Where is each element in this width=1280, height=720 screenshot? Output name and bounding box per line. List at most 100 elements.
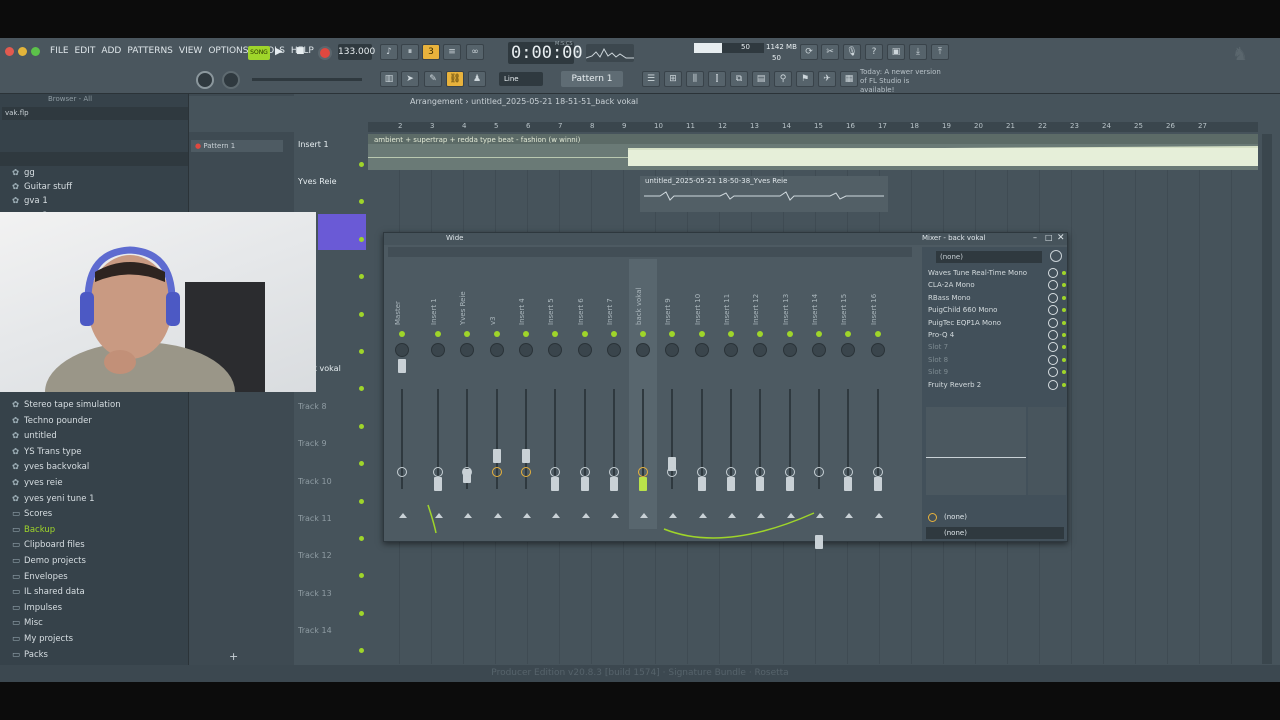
close-window-icon[interactable] [5, 47, 14, 56]
master-volume-slider[interactable] [252, 78, 362, 81]
timeline-ruler[interactable]: 2 3 4 5 6 7 8 9 10 11 12 13 14 15 16 17 18 19 20 21 22 23 24 25… [368, 122, 1258, 132]
minimize-window-icon[interactable] [18, 47, 27, 56]
track-header[interactable]: Track 11 [296, 508, 366, 544]
plugin-db-button[interactable]: ▤ [752, 71, 770, 87]
pattern-list-item[interactable]: ● Pattern 1 [191, 140, 283, 152]
track-mute-led[interactable] [359, 199, 364, 205]
track-mute-led[interactable] [359, 423, 364, 429]
fx-slot[interactable]: CLA-2A Mono [928, 279, 1028, 291]
step-seq-button[interactable]: ⚲ [774, 71, 792, 87]
fx-mix-knob[interactable] [1048, 317, 1058, 328]
fx-slot[interactable]: PuigChild 660 Mono [928, 304, 1028, 316]
fx-enable-led[interactable] [1062, 271, 1066, 275]
browser-folder[interactable]: ▭ My projects [12, 634, 73, 644]
metronome-button[interactable]: ♪ [380, 44, 398, 60]
browser-item[interactable]: ✿ yves yeni tune 1 [12, 494, 95, 504]
track-header[interactable]: Track 9 [296, 433, 366, 469]
fx-mix-knob[interactable] [1048, 305, 1058, 316]
browser-folder[interactable]: ▭ Envelopes [12, 572, 68, 582]
maximize-window-icon[interactable] [31, 47, 40, 56]
fx-slot[interactable]: Slot 8 [928, 354, 1028, 366]
browser-item[interactable]: ✿ gg [12, 168, 35, 178]
stamp-button[interactable]: ♟ [468, 71, 486, 87]
channel-mixer-button[interactable]: ⫿ [708, 71, 726, 87]
menu-view[interactable]: VIEW [179, 46, 202, 56]
track-header[interactable]: Track 10 [296, 471, 366, 507]
track-mute-led[interactable] [359, 648, 364, 654]
wave-button[interactable]: ✈ [818, 71, 836, 87]
fx-mix-knob[interactable] [1048, 342, 1058, 353]
track-mute-led[interactable] [359, 162, 364, 167]
browser-folder[interactable]: ▭ Misc [12, 618, 43, 628]
fx-enable-led[interactable] [1062, 357, 1066, 362]
channel-rack-button[interactable]: ⊞ [664, 71, 682, 87]
help-button[interactable]: ? [865, 44, 883, 60]
fx-enable-led[interactable] [1062, 382, 1066, 387]
browser-folder[interactable]: ▭ Backup [12, 525, 55, 535]
browser-folder[interactable]: ▭ Demo projects [12, 556, 86, 566]
online-button[interactable]: ⟳ [800, 44, 818, 60]
loop-recording-button[interactable]: ∞ [466, 44, 484, 60]
piano-roll-button[interactable]: ▥ [380, 71, 398, 87]
pointer-button[interactable]: ⚑ [796, 71, 814, 87]
templates-button[interactable]: ▦ [840, 71, 858, 87]
track-mute-led[interactable] [359, 461, 364, 467]
menu-edit[interactable]: EDIT [75, 46, 96, 56]
browser-item[interactable]: ✿ yves backvokal [12, 462, 89, 472]
track-mute-led[interactable] [359, 311, 364, 317]
browser-search-input[interactable]: vak.flp [2, 107, 188, 120]
menu-file[interactable]: FILE [50, 46, 69, 56]
track-mute-led[interactable] [359, 536, 364, 541]
track-header[interactable]: Track 14 [296, 620, 366, 656]
menu-options[interactable]: OPTIONS [208, 46, 248, 56]
fx-slot[interactable]: Waves Tune Real-Time Mono [928, 267, 1028, 279]
fx-enable-led[interactable] [1062, 333, 1066, 337]
fx-slot[interactable]: Slot 7 [928, 341, 1028, 353]
browser-item[interactable]: ✿ Techno pounder [12, 416, 92, 426]
fx-mix-knob[interactable] [1048, 280, 1058, 291]
mic-button[interactable]: 🎙 [843, 44, 861, 60]
fx-enable-led[interactable] [1062, 345, 1066, 350]
output-slot-1[interactable]: (none) [926, 511, 1064, 523]
song-mode-toggle[interactable]: SONG [248, 46, 270, 60]
fx-enable-led[interactable] [1062, 370, 1066, 375]
blend-recording-button[interactable]: ≡ [443, 44, 461, 60]
fx-slot[interactable]: RBass Mono [928, 292, 1028, 304]
fx-mix-knob[interactable] [1048, 354, 1058, 365]
eq-band-sliders[interactable] [1028, 407, 1066, 495]
snap-select[interactable]: Line [499, 72, 543, 86]
record-button[interactable] [318, 46, 332, 60]
fx-enable-led[interactable] [1062, 283, 1066, 288]
upload-button[interactable]: ⤒ [931, 44, 949, 60]
browser-item[interactable]: ✿ YS Trans type [12, 447, 81, 457]
audio-clip-1[interactable]: ambient + supertrap + redda type beat - … [368, 134, 1258, 170]
tempo-display[interactable]: 133.000 [338, 44, 375, 60]
fx-enable-led[interactable] [1062, 295, 1066, 300]
track-mute-led[interactable] [359, 386, 364, 392]
browser-folder[interactable]: ▭ IL shared data [12, 587, 85, 597]
countdown-button[interactable]: 3 [422, 44, 440, 60]
snap-knob[interactable] [196, 71, 214, 89]
fx-mix-knob[interactable] [1048, 367, 1058, 378]
browser-folder[interactable]: ▭ Clipboard files [12, 540, 85, 550]
browser-filter-label[interactable]: Browser - All [48, 95, 92, 103]
export-button[interactable]: ⤓ [909, 44, 927, 60]
pitch-knob[interactable] [222, 71, 240, 89]
track-mute-led[interactable] [359, 573, 364, 579]
play-button[interactable]: ▶ [275, 46, 289, 60]
fx-enable-led[interactable] [1062, 320, 1066, 325]
draw-button[interactable]: ✎ [424, 71, 442, 87]
fx-slot[interactable]: Pro-Q 4 [928, 329, 1028, 341]
browser-folder[interactable]: ▭ Packs [12, 650, 48, 660]
fx-mix-knob[interactable] [1048, 379, 1058, 390]
track-header[interactable]: Track 13 [296, 583, 366, 619]
track-mute-led[interactable] [359, 349, 364, 354]
browser-item[interactable]: ✿ gva 1 [12, 196, 48, 206]
settings-icon[interactable] [1050, 250, 1062, 262]
fx-mix-knob[interactable] [1048, 292, 1058, 303]
fx-slot[interactable]: PuigTec EQP1A Mono [928, 317, 1028, 329]
track-mute-led[interactable] [359, 610, 364, 616]
browser-item[interactable]: ✿ Guitar stuff [12, 182, 72, 192]
browser-item[interactable]: ✿ untitled [12, 431, 57, 441]
track-header[interactable]: Insert 1 [296, 134, 366, 170]
